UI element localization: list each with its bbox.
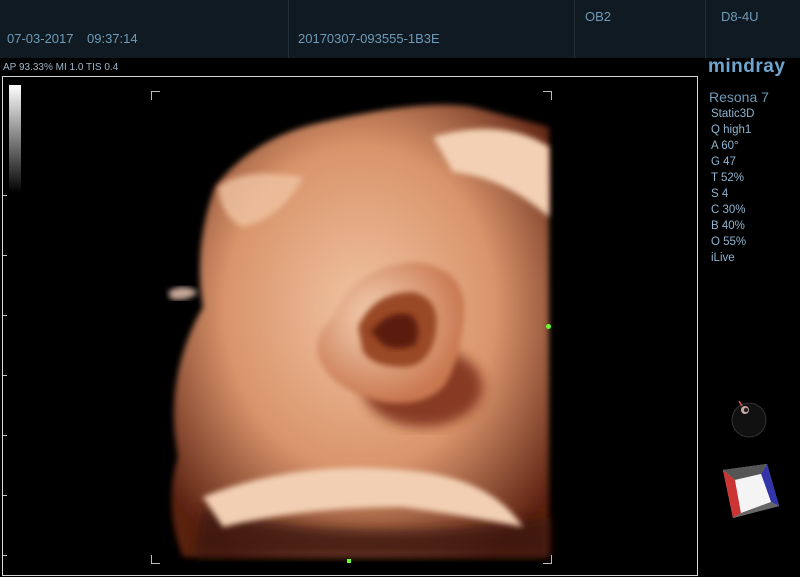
brand-logo: mindray	[708, 56, 786, 77]
roi-corner	[151, 555, 160, 564]
system-model: Resona 7	[709, 89, 769, 105]
roi-corner	[151, 91, 160, 100]
ultrasound-image-frame[interactable]	[2, 76, 698, 576]
param-mode: Static3D	[711, 108, 755, 120]
fetal-3d-render	[168, 104, 550, 557]
roi-corner	[543, 91, 552, 100]
focus-marker-right	[546, 324, 551, 329]
param-quality: Q high1	[711, 124, 752, 136]
param-angle: A 60°	[711, 140, 739, 152]
param-gain: G 47	[711, 156, 736, 168]
roi-corner	[543, 555, 552, 564]
exam-date: 07-03-2017	[7, 31, 74, 46]
imaging-parameters: Static3D Q high1 A 60° G 47 T 52% S 4 C …	[711, 106, 754, 266]
acoustic-info: AP 93.33% MI 1.0 TIS 0.4	[3, 62, 119, 73]
top-status-bar: 07-03-2017 09:37:14 20170307-093555-1B3E…	[0, 0, 800, 58]
exam-preset: OB2	[585, 9, 612, 24]
param-opacity: O 55%	[711, 236, 747, 248]
probe-name: D8-4U	[721, 9, 759, 24]
orientation-ball-icon[interactable]	[729, 398, 769, 438]
param-ilive: iLive	[711, 252, 735, 264]
param-brightness: B 40%	[711, 220, 745, 232]
exam-time: 09:37:14	[87, 31, 138, 46]
param-contrast: C 30%	[711, 204, 746, 216]
param-smooth: S 4	[711, 188, 729, 200]
patient-id: 20170307-093555-1B3E	[298, 31, 440, 46]
focus-marker-bottom	[347, 559, 351, 563]
datetime-cell	[0, 0, 289, 58]
orientation-cube-icon[interactable]	[715, 458, 785, 528]
patient-id-cell	[289, 0, 575, 58]
param-threshold: T 52%	[711, 172, 745, 184]
